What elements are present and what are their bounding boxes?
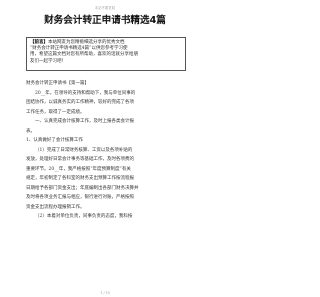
preface-line: 友们一起学习吧！ xyxy=(30,58,66,64)
body-line: 1、认真做好了会计核算工作 xyxy=(26,138,83,143)
body-line: 表。 xyxy=(26,128,35,134)
body-line: 团结协作，以诚真务实的工作精神，较好的完成了各项 xyxy=(26,100,134,105)
preface-tag: 【前言】 xyxy=(30,40,48,45)
body-line: 规定，年初制定了各科室的财务支出预算工作按流程报 xyxy=(26,176,134,181)
body-line: 重要环节。20__年，我严格按照“年度预算制度”有关 xyxy=(26,166,131,172)
body-line: 发放，处理好日常会计事务等基础工作，及时各项费的 xyxy=(26,157,134,162)
body-line: 工作任务，取得了一定成绩。 xyxy=(26,109,85,115)
body-line: 20__年，在领导的支持和帮助下，我与单位同事的 xyxy=(35,90,136,96)
page-number: 1 / 18 xyxy=(100,291,110,295)
preface-text: 本站网友为您精挑细选分享的优秀文档 xyxy=(48,40,125,45)
body-line: 及时将各项业务汇报与相应，银行进行对账，严格按照 xyxy=(26,195,134,200)
body-line: （1）完成了日常财务核算、工资以及各项补贴的 xyxy=(35,147,133,153)
document-page: 本站不要复制 财务会计转正申请书精选4篇 【前言】本站网友为您精挑细选分享的优秀… xyxy=(0,0,210,297)
body-line: 日期给予各部门资金支出；年底编制出各部门财务决算并 xyxy=(26,185,139,191)
body-line: 资金支出流程办理报销工作。 xyxy=(26,204,85,210)
body-line: （2）本着对单位负责，同事负责的态度，我科按 xyxy=(35,214,133,219)
document-body: 财务会计转正申请书【第一篇】 20__年，在领导的支持和帮助下，我与单位同事的 … xyxy=(26,79,186,222)
page-title: 财务会计转正申请书精选4篇 xyxy=(44,15,166,26)
body-line: 一、认真完成会计核算工作，及时上报各类会计报 xyxy=(35,119,134,124)
preface-box: 【前言】本站网友为您精挑细选分享的优秀文档 “财务会计转正申请书精选4篇”以供您… xyxy=(26,37,186,71)
watermark-text: 本站不要复制 xyxy=(94,6,116,10)
section-heading: 财务会计转正申请书【第一篇】 xyxy=(26,81,89,86)
